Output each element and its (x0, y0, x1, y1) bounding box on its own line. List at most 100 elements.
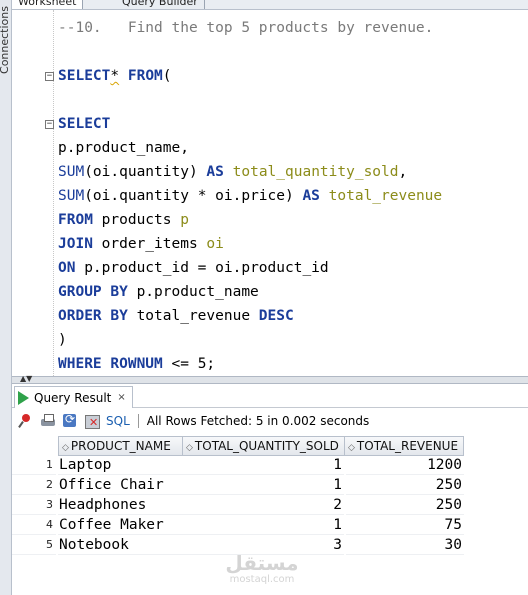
close-icon[interactable]: × (117, 392, 125, 403)
column-header-label: PRODUCT_NAME (70, 439, 171, 453)
cell-total-quantity-sold[interactable]: 2 (182, 495, 344, 515)
code-line[interactable]: FROM products p (58, 208, 442, 232)
table-row[interactable]: 3 Headphones 2 250 (12, 495, 464, 515)
code-token: WHERE (58, 356, 102, 372)
code-token: ORDER BY (58, 308, 128, 324)
code-line[interactable]: ORDER BY total_revenue DESC (58, 304, 442, 328)
row-number: 1 (12, 455, 56, 475)
watermark-logo: مستقل mostaql.com (224, 552, 300, 586)
cell-total-revenue[interactable]: 30 (346, 535, 464, 555)
cell-total-quantity-sold[interactable]: 1 (182, 455, 344, 475)
cell-product-name[interactable]: Headphones (58, 495, 182, 515)
column-header-label: TOTAL_REVENUE (356, 439, 459, 453)
pane-splitter[interactable]: ▲▼ (12, 375, 528, 384)
code-line[interactable]: JOIN order_items oi (58, 232, 442, 256)
connections-label[interactable]: Connections (0, 6, 12, 74)
cell-total-quantity-sold[interactable]: 1 (182, 475, 344, 495)
sort-icon: ◇ (62, 443, 69, 453)
code-line[interactable] (58, 40, 442, 64)
code-token: SUM (58, 164, 85, 180)
row-number: 4 (12, 515, 56, 535)
row-number: 3 (12, 495, 56, 515)
row-number: 5 (12, 535, 56, 555)
sql-editor[interactable]: --10. Find the top 5 products by revenue… (12, 10, 528, 376)
code-line[interactable]: ) (58, 328, 442, 352)
code-token: , (398, 164, 408, 180)
code-line[interactable]: SELECT (58, 112, 442, 136)
code-token: p (180, 212, 189, 228)
code-token: ( (162, 68, 172, 84)
cell-product-name[interactable]: Coffee Maker (58, 515, 182, 535)
code-line[interactable]: --10. Find the top 5 products by revenue… (58, 16, 442, 40)
play-icon (18, 390, 29, 405)
code-line[interactable]: ON p.product_id = oi.product_id (58, 256, 442, 280)
code-token: order_items (92, 236, 207, 252)
refresh-icon[interactable] (62, 412, 78, 429)
table-row[interactable]: 2 Office Chair 1 250 (12, 475, 464, 495)
code-token: p.product_name, (58, 140, 189, 156)
code-line[interactable]: SELECT* FROM( (58, 64, 442, 88)
code-line[interactable]: GROUP BY p.product_name (58, 280, 442, 304)
code-token: oi (206, 236, 224, 252)
cell-total-revenue[interactable]: 75 (346, 515, 464, 535)
table-row[interactable]: 4 Coffee Maker 1 75 (12, 515, 464, 535)
code-token: (oi.quantity) (84, 164, 207, 180)
sort-icon: ◇ (348, 443, 355, 453)
code-token: p.product_name (127, 284, 259, 300)
code-area[interactable]: --10. Find the top 5 products by revenue… (58, 16, 442, 376)
cell-total-revenue[interactable]: 1200 (346, 455, 464, 475)
code-token: GROUP BY (58, 284, 128, 300)
tab-query-result[interactable]: Query Result × (14, 386, 133, 408)
code-token: (oi.quantity * oi.price) (84, 188, 303, 204)
table-row[interactable]: 1 Laptop 1 1200 (12, 455, 464, 475)
code-token: FROM (58, 212, 93, 228)
column-header-total-quantity-sold[interactable]: ◇ TOTAL_QUANTITY_SOLD (182, 436, 345, 456)
code-token: <= 5; (162, 356, 216, 372)
code-line[interactable]: SUM(oi.quantity * oi.price) AS total_rev… (58, 184, 442, 208)
code-token: products (92, 212, 181, 228)
code-line[interactable]: SUM(oi.quantity) AS total_quantity_sold, (58, 160, 442, 184)
code-token: ROWNUM (110, 356, 163, 372)
code-token: ON (58, 260, 76, 276)
code-token: SELECT (58, 68, 111, 84)
cell-total-quantity-sold[interactable]: 1 (182, 515, 344, 535)
column-header-label: TOTAL_QUANTITY_SOLD (194, 439, 339, 453)
watermark-latin: mostaql.com (229, 574, 295, 585)
code-token: p.product_id = oi.product_id (75, 260, 329, 276)
code-line[interactable]: WHERE ROWNUM <= 5; (58, 352, 442, 376)
watermark-arabic: مستقل (225, 551, 299, 575)
column-header-product-name[interactable]: ◇ PRODUCT_NAME (58, 436, 183, 456)
column-header-total-revenue[interactable]: ◇ TOTAL_REVENUE (344, 436, 464, 456)
cell-total-revenue[interactable]: 250 (346, 475, 464, 495)
print-icon[interactable] (40, 413, 56, 429)
code-token: AS (206, 164, 224, 180)
tab-worksheet[interactable]: Worksheet (12, 0, 84, 9)
cell-product-name[interactable]: Notebook (58, 535, 182, 555)
code-line[interactable]: p.product_name, (58, 136, 442, 160)
code-token: JOIN (58, 236, 93, 252)
fetch-status: All Rows Fetched: 5 in 0.002 seconds (146, 414, 370, 428)
sql-button[interactable]: SQL (106, 414, 130, 428)
connections-sidebar[interactable]: Connections (0, 0, 12, 595)
cancel-query-icon[interactable] (84, 413, 100, 429)
code-token: SELECT (58, 116, 111, 132)
cell-product-name[interactable]: Office Chair (58, 475, 182, 495)
cell-product-name[interactable]: Laptop (58, 455, 182, 475)
fold-toggle-icon[interactable]: − (45, 120, 54, 129)
splitter-arrows-icon[interactable]: ▲▼ (20, 375, 32, 383)
cell-total-revenue[interactable]: 250 (346, 495, 464, 515)
tab-query-builder[interactable]: Query Builder (116, 0, 205, 9)
code-token: DESC (258, 308, 294, 324)
result-toolbar: SQL All Rows Fetched: 5 in 0.002 seconds (12, 408, 528, 434)
result-tabbar: Query Result × (12, 384, 528, 408)
fold-toggle-icon[interactable]: − (45, 72, 54, 81)
toolbar-divider (137, 414, 139, 428)
worksheet-tabbar: Worksheet Query Builder (12, 0, 528, 10)
query-result-label: Query Result (34, 390, 112, 405)
sort-icon: ◇ (186, 443, 193, 453)
code-line[interactable] (58, 88, 442, 112)
pin-icon[interactable] (18, 413, 34, 429)
